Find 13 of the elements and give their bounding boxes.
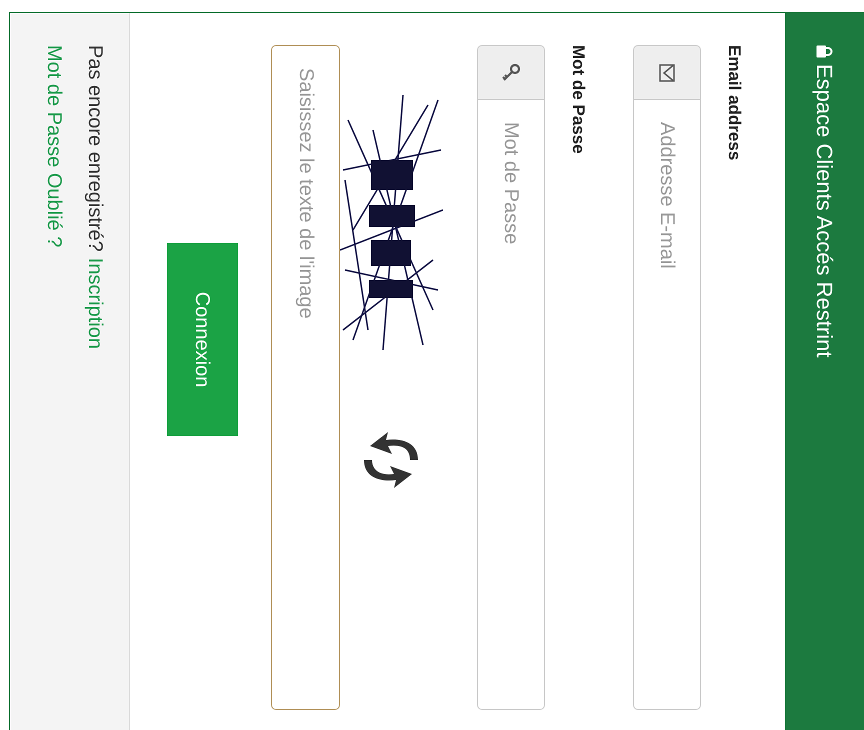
password-field[interactable]: Mot de Passe bbox=[477, 100, 545, 710]
key-icon bbox=[501, 62, 521, 82]
field-label: Email address bbox=[724, 45, 745, 162]
captcha-field[interactable]: Saisissez le texte de l'image bbox=[271, 45, 340, 710]
email-field[interactable]: Addresse E-mail bbox=[633, 100, 701, 710]
lock-icon bbox=[816, 45, 833, 58]
forgot-password-link[interactable]: Mot de Passe Oublié ? bbox=[42, 45, 66, 248]
panel-title: Espace Clients Accés Restrint bbox=[811, 64, 838, 358]
login-button[interactable]: Connexion bbox=[167, 243, 238, 436]
field-label: Mot de Passe bbox=[568, 45, 589, 156]
envelope-icon bbox=[659, 64, 675, 82]
register-link[interactable]: Inscription bbox=[83, 258, 107, 349]
register-prompt: Pas encore enregistré? bbox=[83, 45, 107, 252]
